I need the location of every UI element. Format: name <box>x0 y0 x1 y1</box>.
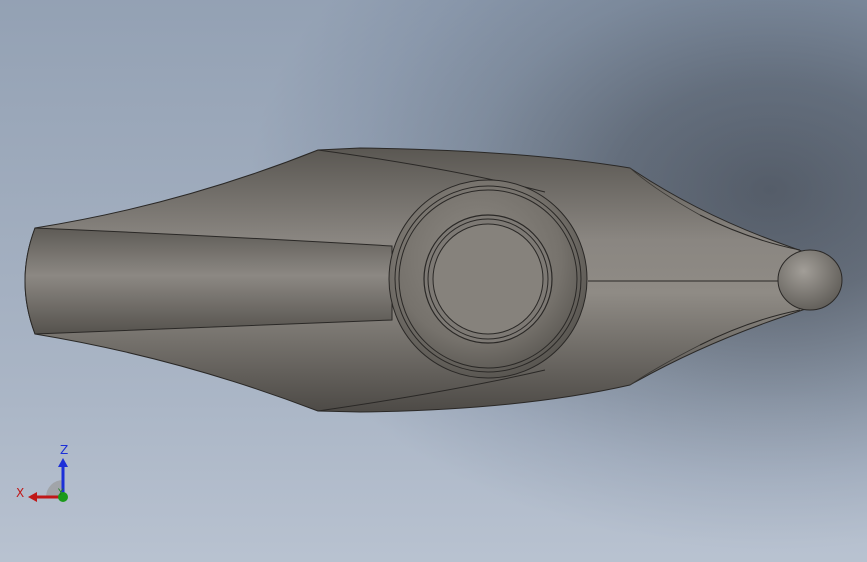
hub-face <box>432 223 544 335</box>
tip-ball <box>777 249 843 311</box>
orientation-triad: Z X Y <box>10 440 80 510</box>
triad-z-label: Z <box>60 443 69 457</box>
cad-part-model[interactable] <box>0 0 867 562</box>
left-arm <box>24 227 393 335</box>
3d-viewport[interactable]: Z X Y <box>0 0 867 562</box>
triad-x-label: X <box>16 486 25 500</box>
triad-y-label: Y <box>58 488 64 498</box>
